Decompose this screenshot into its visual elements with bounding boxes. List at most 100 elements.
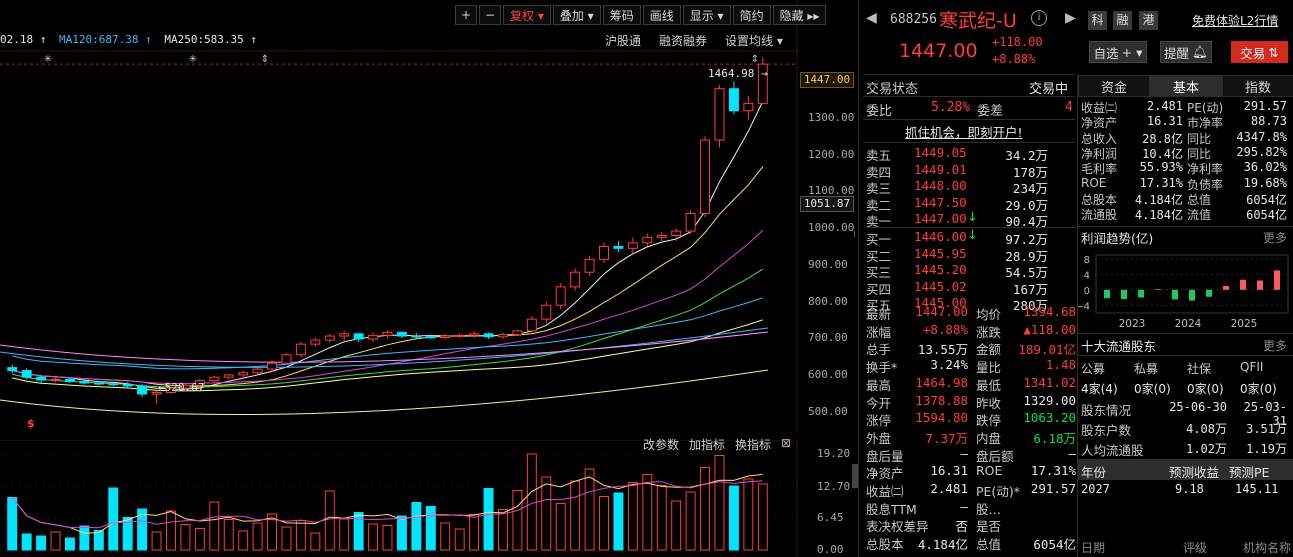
quote-label: 净资产 xyxy=(866,466,904,482)
candle[interactable] xyxy=(209,375,220,384)
tab-fundamentals[interactable]: 基本 xyxy=(1150,75,1222,97)
open-account-banner[interactable]: 抓住机会，即刻开户! xyxy=(905,122,1023,141)
chip-distribution-button[interactable]: 筹码 xyxy=(602,5,641,25)
candle[interactable] xyxy=(469,330,480,339)
volume-chart[interactable] xyxy=(0,440,798,557)
candle[interactable] xyxy=(642,233,653,247)
ask-row[interactable]: 卖一 1447.00 90.4万 ↓ xyxy=(866,210,1076,229)
candle[interactable] xyxy=(295,341,306,358)
margin-trading-link[interactable]: 融资融券 xyxy=(659,32,707,49)
candle[interactable] xyxy=(353,333,364,342)
candle[interactable] xyxy=(757,57,768,104)
alert-button[interactable]: 提醒 🔔︎ xyxy=(1160,41,1212,63)
event-marker-icon[interactable]: $ xyxy=(27,417,35,430)
volume-bar xyxy=(108,487,119,551)
ask-row[interactable]: 卖二 1447.50 29.0万 xyxy=(866,195,1076,213)
holders-title: 十大流通股东 xyxy=(1081,339,1157,354)
draw-line-button[interactable]: 画线 xyxy=(642,5,681,25)
next-stock-icon[interactable]: ▶ xyxy=(1065,10,1076,26)
candle[interactable] xyxy=(700,136,711,218)
tag-hk-connect[interactable]: 港 xyxy=(1139,11,1158,30)
overlay-dropdown[interactable]: 叠加 ▾ xyxy=(552,5,601,25)
event-marker-icon[interactable]: ✳ xyxy=(44,54,52,65)
ma-settings-link[interactable]: 设置均线 ▾ xyxy=(725,32,783,49)
candlestick-chart[interactable]: ✳ ✳ ⇕ ⇕ xyxy=(0,0,798,432)
bid-row[interactable]: 买四 1445.02 167万 xyxy=(866,279,1076,297)
tag-margin[interactable]: 融 xyxy=(1113,11,1132,30)
close-indicator-icon[interactable]: ⊠ xyxy=(781,436,791,453)
candle[interactable] xyxy=(368,332,379,342)
profit-more-link[interactable]: 更多 xyxy=(1263,229,1287,246)
order-book: 卖五 1449.05 34.2万 卖四 1449.01 178万 卖三 1448.00 234万… xyxy=(866,145,1078,313)
candle[interactable] xyxy=(440,333,451,340)
candle[interactable] xyxy=(382,330,393,339)
l2-promo-link[interactable]: 免费体验L2行情 xyxy=(1192,12,1278,29)
event-marker-icon[interactable]: ⇕ xyxy=(261,54,269,65)
candle[interactable] xyxy=(339,330,350,341)
candle[interactable] xyxy=(512,329,523,337)
info-icon[interactable]: i xyxy=(1031,10,1047,26)
candle[interactable] xyxy=(310,337,321,348)
tab-index[interactable]: 指数 xyxy=(1222,75,1293,97)
candle[interactable] xyxy=(483,332,494,339)
candle[interactable] xyxy=(743,96,754,120)
candle[interactable] xyxy=(671,228,682,241)
candle[interactable] xyxy=(281,352,292,365)
tab-capital[interactable]: 资金 xyxy=(1078,75,1150,97)
candle[interactable] xyxy=(324,333,335,343)
candle[interactable] xyxy=(627,237,638,254)
candle[interactable] xyxy=(570,268,581,291)
candle[interactable] xyxy=(411,333,422,339)
ask-row[interactable]: 卖四 1449.01 178万 xyxy=(866,162,1076,180)
zoom-in-button[interactable]: + xyxy=(455,5,477,25)
trade-button[interactable]: 交易 ⇅ xyxy=(1231,41,1288,63)
candle[interactable] xyxy=(613,241,624,253)
fundamental-row: ROE 17.31% 负债率 19.68% xyxy=(1081,176,1293,192)
prev-stock-icon[interactable]: ◀ xyxy=(866,10,877,26)
adjust-price-dropdown[interactable]: 复权 ▾ xyxy=(503,5,551,25)
candle[interactable] xyxy=(599,242,609,264)
holders-more-link[interactable]: 更多 xyxy=(1263,337,1287,354)
tag-star-market[interactable]: 科 xyxy=(1088,11,1107,30)
volume-bar xyxy=(685,491,696,551)
ask-row[interactable]: 卖五 1449.05 34.2万 xyxy=(866,145,1076,163)
order-ratio-value: 5.28% xyxy=(931,100,971,115)
candle[interactable] xyxy=(238,370,249,378)
bid-row[interactable]: 买一 1446.00 97.2万 ↓ xyxy=(866,228,1076,247)
candle[interactable] xyxy=(541,301,552,324)
candle[interactable] xyxy=(7,364,18,374)
candle[interactable] xyxy=(497,332,508,339)
candle[interactable] xyxy=(526,316,537,333)
fund-label: 流通股 xyxy=(1081,208,1118,223)
candle[interactable] xyxy=(555,283,566,309)
display-dropdown[interactable]: 显示 ▾ xyxy=(682,5,731,25)
watchlist-button[interactable]: 自选 + ▾ xyxy=(1089,41,1147,63)
zoom-out-button[interactable]: − xyxy=(479,5,501,25)
long-ma-line-2 xyxy=(0,331,769,363)
hide-panel-button[interactable]: 隐藏 ▸▸ xyxy=(772,5,827,25)
candle[interactable] xyxy=(454,333,465,339)
ma-line-0 xyxy=(12,101,764,390)
candle[interactable] xyxy=(50,377,61,383)
candle[interactable] xyxy=(137,383,148,397)
hk-connect-link[interactable]: 沪股通 xyxy=(605,32,641,49)
kline-chart-area[interactable]: ✳ ✳ ⇕ ⇕ + − 复权 ▾ 叠加 ▾ 筹码 画线 显示 ▾ 简约 隐藏 ▸▸ 0… xyxy=(0,0,858,557)
volume-bar xyxy=(324,490,335,551)
ask-row[interactable]: 卖三 1448.00 234万 xyxy=(866,178,1076,196)
add-indicator-button[interactable]: 加指标 xyxy=(689,436,725,453)
level-price: 1447.00 xyxy=(914,211,967,226)
event-marker-icon[interactable]: ⇕ xyxy=(751,54,759,65)
switch-indicator-button[interactable]: 换指标 xyxy=(735,436,771,453)
event-marker-icon[interactable]: ✳ xyxy=(189,54,197,65)
candle[interactable] xyxy=(584,255,595,276)
candle[interactable] xyxy=(728,81,739,115)
edit-params-button[interactable]: 改参数 xyxy=(643,436,679,453)
bid-row[interactable]: 买二 1445.95 28.9万 xyxy=(866,246,1076,264)
candle[interactable] xyxy=(223,373,234,380)
bid-row[interactable]: 买三 1445.20 54.5万 xyxy=(866,262,1076,280)
candle[interactable] xyxy=(685,209,696,234)
candle[interactable] xyxy=(396,331,407,339)
simple-mode-button[interactable]: 简约 xyxy=(732,5,771,25)
candle[interactable] xyxy=(714,85,725,148)
candle[interactable] xyxy=(656,231,667,241)
